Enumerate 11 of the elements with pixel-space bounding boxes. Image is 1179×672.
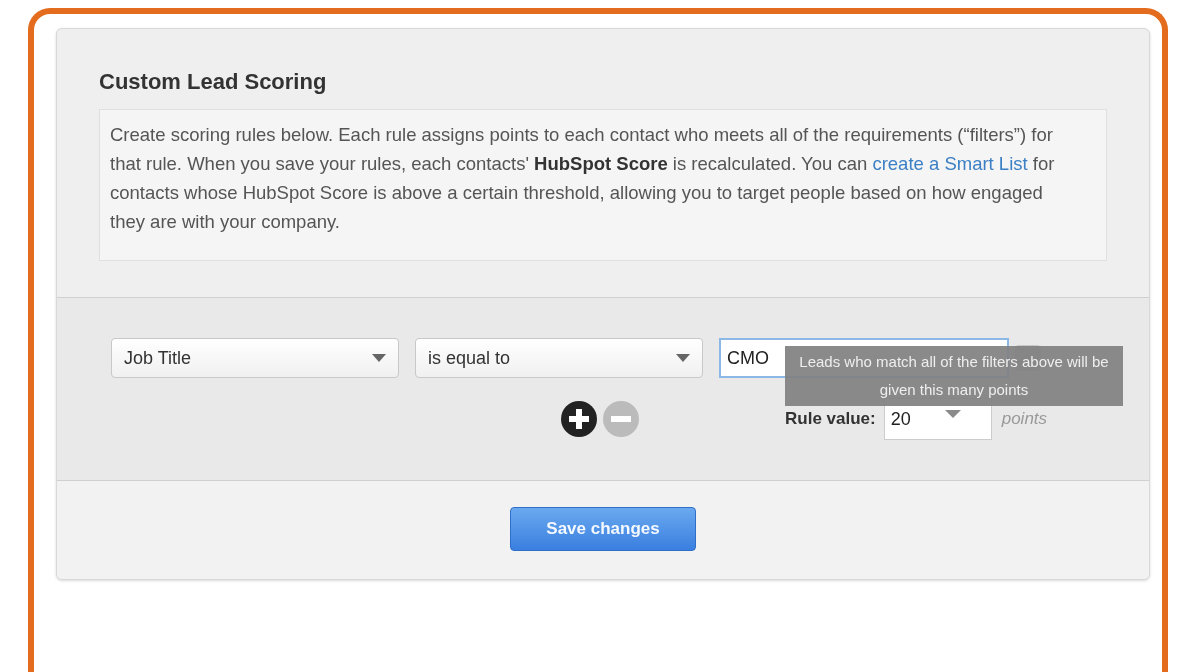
plus-circle-icon[interactable]	[561, 401, 597, 437]
caret-icon	[676, 354, 690, 362]
smart-list-link[interactable]: create a Smart List	[872, 153, 1028, 174]
panel-title: Custom Lead Scoring	[99, 69, 328, 95]
property-select[interactable]: Job Title	[111, 338, 399, 378]
operator-select[interactable]: is equal to	[415, 338, 703, 378]
description-text: Create scoring rules below. Each rule assigns points to each contact who meets all of the requirements (“filters”) for that rule. When you save your rules, each contacts' HubSpot Score is recalculated. You can create a Smart List for contacts whose HubSpot Score is above a certain threshold, allowing you to target people based on how engaged they are with your company.	[99, 109, 1107, 261]
points-unit: points	[1001, 409, 1048, 429]
caret-icon	[372, 354, 386, 362]
rule-value-label: Rule value:	[785, 409, 876, 429]
tooltip: Leads who match all of the filters above will be given this many points	[785, 346, 1123, 406]
